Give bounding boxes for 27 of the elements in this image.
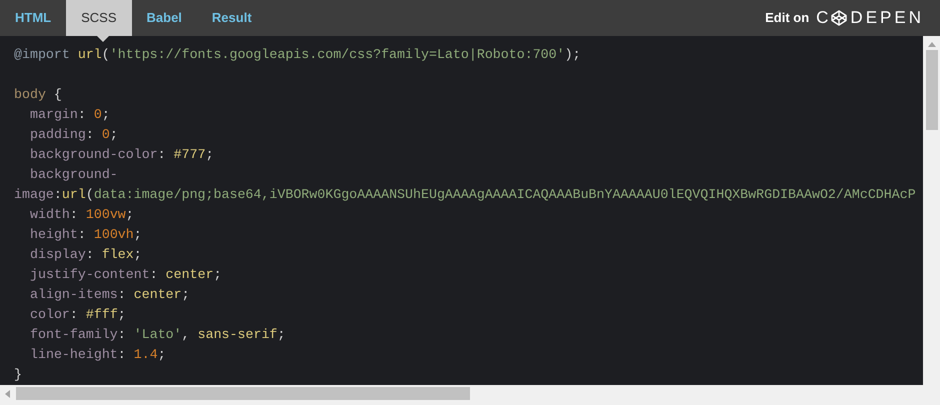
scrollbar-thumb[interactable]	[926, 50, 938, 130]
code-line: align-items: center;	[29, 286, 190, 304]
code-line: margin: 0;	[29, 106, 110, 124]
code-line: height: 100vh;	[29, 226, 142, 244]
code-line: width: 100vw;	[29, 206, 134, 224]
editor-tab[interactable]: Result	[196, 0, 267, 36]
edit-on-codepen-link[interactable]: Edit on C DEPEN	[765, 0, 940, 36]
editor-tab[interactable]: Babel	[132, 0, 197, 36]
code-line: font-family: 'Lato', sans-serif;	[29, 326, 286, 344]
code-line: @import url('https://fonts.googleapis.com/css?family=Lato|Roboto:700');	[14, 46, 581, 64]
code-line: padding: 0;	[29, 126, 118, 144]
code-line: line-height: 1.4;	[29, 346, 166, 364]
code-line: body {	[14, 86, 62, 104]
scroll-left-icon[interactable]	[5, 390, 10, 398]
editor-tab[interactable]: HTML	[0, 0, 66, 36]
cube-icon	[831, 10, 848, 26]
code-line: background-	[29, 166, 118, 184]
editor-tab[interactable]: SCSS	[66, 0, 132, 36]
scroll-up-icon[interactable]	[928, 42, 936, 47]
code-line: color: #fff;	[29, 306, 126, 324]
code-line: justify-content: center;	[29, 266, 222, 284]
code-line: image:url(data:image/png;base64,iVBORw0KGgoAAAANSUhEUgAAAAgAAAAICAQAAABuBnYAAAAAU0lEQVQIHQXBwRGDIBAAwO2/AMcCDHAcP	[14, 186, 916, 204]
code-line: display: flex;	[29, 246, 142, 264]
scrollbar-thumb[interactable]	[16, 387, 470, 400]
code-line: }	[14, 366, 22, 384]
tab-pointer-icon	[97, 36, 109, 42]
code-line: background-color: #777;	[29, 146, 214, 164]
